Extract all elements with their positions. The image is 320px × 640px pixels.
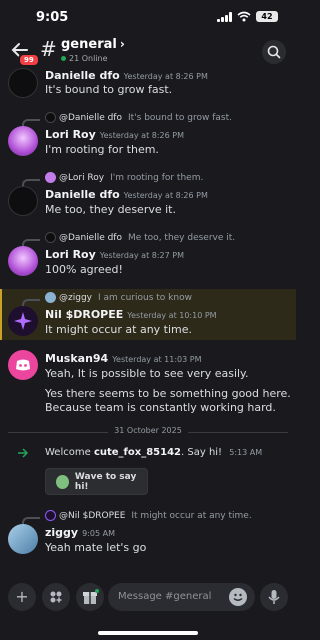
reply-avatar-icon: [45, 510, 56, 521]
avatar-lori[interactable]: [8, 246, 38, 276]
message-author[interactable]: Nil $DROPEE Yesterday at 10:10 PM: [45, 308, 217, 321]
message-timestamp: Yesterday at 10:10 PM: [127, 311, 217, 320]
chevron-right-icon: ›: [119, 37, 125, 51]
emoji-icon[interactable]: [229, 588, 247, 606]
message-text: Me too, they deserve it.: [45, 203, 176, 216]
message-text: I'm rooting for them.: [45, 143, 159, 156]
discord-logo-icon: [16, 359, 30, 371]
reply-avatar-icon: [45, 232, 56, 243]
message-author[interactable]: Muskan94 Yesterday at 11:03 PM: [45, 352, 202, 365]
message-text: It might occur at any time.: [45, 323, 193, 336]
message-timestamp: Yesterday at 11:03 PM: [112, 355, 202, 364]
wave-button-label: Wave to say hi!: [74, 471, 137, 492]
message[interactable]: @ziggy I am curious to know Nil $DROPEE Ye…: [0, 290, 296, 340]
microphone-icon: [268, 590, 280, 604]
search-button[interactable]: [262, 40, 286, 64]
avatar-lori[interactable]: [8, 126, 38, 156]
search-icon: [267, 45, 281, 59]
reply-avatar-icon: [45, 172, 56, 183]
channel-name[interactable]: general ›: [61, 37, 125, 52]
home-indicator: [98, 631, 198, 635]
wifi-icon: [237, 11, 251, 22]
message[interactable]: Danielle dfo Yesterday at 8:26 PM It's bo…: [0, 68, 296, 102]
apps-button[interactable]: [42, 583, 70, 611]
online-count-text: 21 Online: [69, 54, 108, 63]
system-message: Welcome cute_fox_85142. Say hi! 5:13 AM: [0, 446, 296, 466]
status-bar: 9:05 42: [0, 0, 296, 36]
wave-sticker-icon: [56, 474, 69, 489]
channel-name-text: general: [61, 37, 117, 52]
message[interactable]: @Danielle dfo It's bound to grow fast. Lo…: [0, 110, 296, 160]
cellular-signal-icon: [217, 11, 232, 22]
message-author[interactable]: Danielle dfo Yesterday at 8:26 PM: [45, 69, 208, 82]
message-timestamp: Yesterday at 8:27 PM: [99, 251, 184, 260]
message-author[interactable]: Lori Roy Yesterday at 8:27 PM: [45, 248, 184, 261]
message-timestamp: 5:13 AM: [229, 448, 263, 457]
online-dot-icon: [61, 56, 66, 61]
battery-icon: 42: [256, 11, 278, 22]
message-timestamp: Yesterday at 8:26 PM: [123, 72, 208, 81]
channel-hash-icon: #: [40, 37, 57, 61]
date-divider: 31 October 2025: [8, 425, 288, 439]
message-text: Yeah, It is possible to see very easily.: [45, 367, 249, 380]
gift-icon: [83, 589, 99, 604]
message-author[interactable]: Danielle dfo Yesterday at 8:26 PM: [45, 188, 208, 201]
message-text: 100% agreed!: [45, 263, 123, 276]
avatar-ziggy[interactable]: [8, 524, 38, 554]
message-author[interactable]: ziggy 9:05 AM: [45, 526, 115, 539]
reply-preview[interactable]: @Danielle dfo Me too, they deserve it.: [45, 232, 235, 243]
avatar-danielle[interactable]: [8, 68, 38, 98]
message-text: Yeah mate let's go: [45, 541, 147, 554]
divider-date: 31 October 2025: [108, 426, 188, 435]
message[interactable]: @Danielle dfo Me too, they deserve it. Lo…: [0, 230, 296, 280]
reply-preview[interactable]: @Danielle dfo It's bound to grow fast.: [45, 112, 232, 123]
reply-preview[interactable]: @Nil $DROPEE It might occur at any time.: [45, 510, 252, 521]
clock: 9:05: [36, 10, 69, 25]
message-timestamp: Yesterday at 8:26 PM: [123, 191, 208, 200]
message-timestamp: 9:05 AM: [82, 529, 115, 538]
avatar-danielle[interactable]: [8, 186, 38, 216]
message-timestamp: Yesterday at 8:26 PM: [99, 131, 184, 140]
avatar-nil[interactable]: [8, 306, 38, 336]
unread-badge: 99: [18, 53, 40, 67]
apps-icon: [50, 591, 62, 603]
add-button[interactable]: +: [8, 583, 36, 611]
reply-preview[interactable]: @Lori Roy I'm rooting for them.: [45, 172, 203, 183]
message-text: Yes there seems to be something good her…: [45, 387, 291, 400]
message[interactable]: @Lori Roy I'm rooting for them. Danielle …: [0, 170, 296, 220]
reply-avatar-icon: [45, 292, 56, 303]
join-arrow-icon: [18, 448, 29, 458]
avatar-muskan[interactable]: [8, 350, 38, 380]
message-author[interactable]: Lori Roy Yesterday at 8:26 PM: [45, 128, 184, 141]
voice-button[interactable]: [260, 583, 288, 611]
status-icons: 42: [217, 11, 278, 22]
message-text: Because team is constantly working hard.: [45, 401, 276, 414]
welcome-username[interactable]: cute_fox_85142: [94, 447, 181, 458]
wave-button[interactable]: Wave to say hi!: [45, 468, 148, 495]
channel-header: 99 # general › 21 Online: [0, 36, 296, 68]
star-logo-icon: [14, 312, 32, 330]
composer-bar: + Message #general: [0, 578, 296, 616]
reply-avatar-icon: [45, 112, 56, 123]
message[interactable]: Muskan94 Yesterday at 11:03 PM Yeah, It i…: [0, 350, 296, 420]
welcome-text: Welcome cute_fox_85142. Say hi! 5:13 AM: [45, 447, 263, 458]
online-count: 21 Online: [61, 54, 108, 63]
message[interactable]: @Nil $DROPEE It might occur at any time. …: [0, 508, 296, 558]
gift-button[interactable]: [76, 583, 104, 611]
reply-preview[interactable]: @ziggy I am curious to know: [45, 292, 192, 303]
message-text: It's bound to grow fast.: [45, 83, 173, 96]
